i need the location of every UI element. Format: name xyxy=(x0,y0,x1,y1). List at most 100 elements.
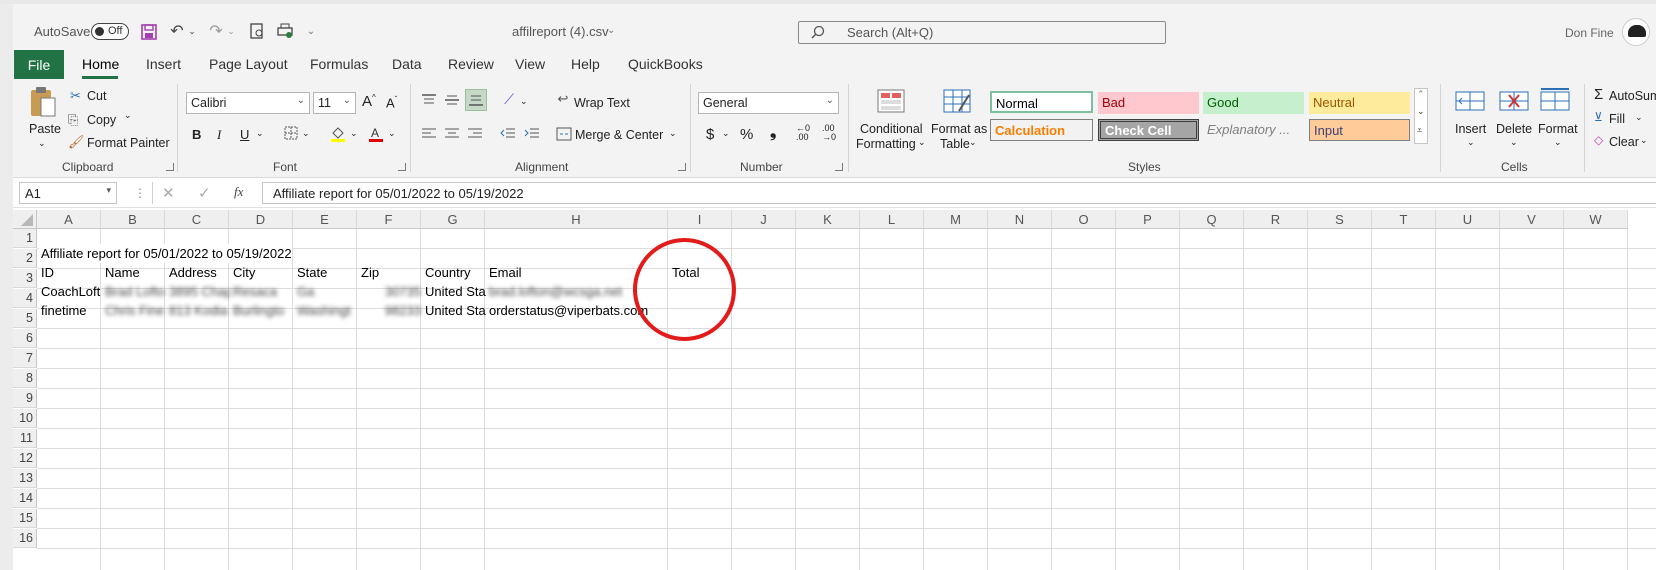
column-header-q[interactable]: Q xyxy=(1180,210,1244,229)
cell-e2[interactable]: State xyxy=(295,263,327,282)
decrease-decimal-icon[interactable]: .00 →0 xyxy=(822,124,836,142)
orientation-dropdown-icon[interactable]: ⌄ xyxy=(520,96,528,107)
styles-scroll[interactable]: ⌃ ⌄ ⩡ xyxy=(1414,88,1428,144)
row-header-2[interactable]: 2 xyxy=(13,249,37,268)
column-header-o[interactable]: O xyxy=(1052,210,1116,229)
paste-label[interactable]: Paste xyxy=(29,122,61,136)
fill-color-dropdown-icon[interactable]: ⌄ xyxy=(350,128,358,139)
cell-f3[interactable]: 30735 xyxy=(359,282,421,301)
tab-help[interactable]: Help xyxy=(571,56,600,72)
format-as-table-icon[interactable] xyxy=(942,88,972,114)
row-header-6[interactable]: 6 xyxy=(13,329,37,348)
undo-dropdown-icon[interactable]: ⌄ xyxy=(187,24,197,38)
column-header-c[interactable]: C xyxy=(165,210,229,229)
row-header-8[interactable]: 8 xyxy=(13,369,37,388)
cell-c3[interactable]: 3895 Chap xyxy=(167,282,231,301)
number-format-select[interactable]: General ⌄ xyxy=(698,92,839,114)
worksheet-grid[interactable] xyxy=(13,210,1656,570)
autosum-button[interactable]: AutoSum xyxy=(1609,89,1656,103)
cell-d2[interactable]: City xyxy=(231,263,255,282)
row-header-1[interactable]: 1 xyxy=(13,229,37,248)
format-painter-button[interactable]: Format Painter xyxy=(87,136,170,150)
tab-file[interactable]: File xyxy=(14,50,64,79)
row-header-16[interactable]: 16 xyxy=(13,529,37,548)
insert-cells-icon[interactable] xyxy=(1454,88,1486,114)
filename-chevron-icon[interactable]: ⌄ xyxy=(607,25,615,36)
column-header-l[interactable]: L xyxy=(860,210,924,229)
column-header-v[interactable]: V xyxy=(1500,210,1564,229)
copy-dropdown-icon[interactable]: ⌄ xyxy=(124,110,132,121)
cell-h4[interactable]: orderstatus@viperbats.com xyxy=(487,301,648,320)
wrap-text-icon[interactable]: ↩ xyxy=(556,91,570,106)
cell-a3[interactable]: CoachLoft xyxy=(39,282,103,301)
user-name[interactable]: Don Fine xyxy=(1565,26,1614,40)
row-header-12[interactable]: 12 xyxy=(13,449,37,468)
increase-decimal-icon[interactable]: ←0.00 xyxy=(796,124,810,142)
fill-color-icon[interactable] xyxy=(330,125,346,143)
cut-button[interactable]: Cut xyxy=(87,89,106,103)
column-header-t[interactable]: T xyxy=(1372,210,1436,229)
borders-dropdown-icon[interactable]: ⌄ xyxy=(302,128,310,139)
format-as-table-label2[interactable]: Table xyxy=(940,137,970,151)
column-header-s[interactable]: S xyxy=(1308,210,1372,229)
style-normal[interactable]: Normal xyxy=(990,91,1093,113)
column-header-g[interactable]: G xyxy=(421,210,485,229)
row-header-7[interactable]: 7 xyxy=(13,349,37,368)
conditional-formatting-icon[interactable] xyxy=(876,88,906,114)
font-color-dropdown-icon[interactable]: ⌄ xyxy=(388,128,396,139)
cell-g3[interactable]: United Sta xyxy=(423,282,487,301)
insert-function-icon[interactable]: fx xyxy=(234,184,243,200)
row-header-11[interactable]: 11 xyxy=(13,429,37,448)
row-header-9[interactable]: 9 xyxy=(13,389,37,408)
column-header-m[interactable]: M xyxy=(924,210,988,229)
name-box[interactable]: A1 ▾ xyxy=(19,182,117,204)
customize-qat-icon[interactable]: ⌄ xyxy=(305,24,317,38)
format-cells-icon[interactable] xyxy=(1539,86,1571,114)
comma-style-icon[interactable]: ❟ xyxy=(770,124,776,142)
font-name-select[interactable]: Calibri ⌄ xyxy=(186,92,310,114)
style-input[interactable]: Input xyxy=(1309,119,1410,141)
redo-icon[interactable]: ↷ xyxy=(207,22,225,40)
style-explanatory[interactable]: Explanatory ... xyxy=(1203,119,1304,141)
bold-button[interactable]: B xyxy=(192,127,201,142)
format-cells-button[interactable]: Format xyxy=(1538,122,1578,136)
enter-icon[interactable]: ✓ xyxy=(198,184,211,202)
tab-data[interactable]: Data xyxy=(392,56,422,72)
cell-f4[interactable]: 98233 xyxy=(359,301,421,320)
middle-align-icon[interactable] xyxy=(444,92,460,108)
tab-formulas[interactable]: Formulas xyxy=(310,56,368,72)
column-header-p[interactable]: P xyxy=(1116,210,1180,229)
merge-center-icon[interactable] xyxy=(556,126,572,142)
row-header-15[interactable]: 15 xyxy=(13,509,37,528)
delete-cells-icon[interactable] xyxy=(1498,88,1530,114)
percent-icon[interactable]: % xyxy=(740,126,753,143)
cancel-icon[interactable]: ✕ xyxy=(162,184,175,202)
cell-d3[interactable]: Resaca xyxy=(231,282,295,301)
cell-c2[interactable]: Address xyxy=(167,263,217,282)
row-header-4[interactable]: 4 xyxy=(13,289,37,308)
style-calculation[interactable]: Calculation xyxy=(990,119,1093,141)
column-header-u[interactable]: U xyxy=(1436,210,1500,229)
cell-d4[interactable]: Burlingto xyxy=(231,301,295,320)
tab-home[interactable]: Home xyxy=(82,56,119,72)
column-header-b[interactable]: B xyxy=(101,210,165,229)
conditional-formatting-label2[interactable]: Formatting xyxy=(856,137,916,151)
cell-a1[interactable]: Affiliate report for 05/01/2022 to 05/19… xyxy=(39,244,292,263)
format-table-dropdown-icon[interactable]: ⌄ xyxy=(969,137,977,148)
clear-dropdown-icon[interactable]: ⌄ xyxy=(1640,135,1648,146)
column-header-j[interactable]: J xyxy=(732,210,796,229)
column-header-n[interactable]: N xyxy=(988,210,1052,229)
format-as-table-label[interactable]: Format as xyxy=(931,122,987,136)
formula-input[interactable]: Affiliate report for 05/01/2022 to 05/19… xyxy=(262,182,1656,204)
alignment-launcher-icon[interactable] xyxy=(678,163,686,171)
font-launcher-icon[interactable] xyxy=(398,163,406,171)
delete-cells-button[interactable]: Delete xyxy=(1496,122,1532,136)
font-color-icon[interactable]: A xyxy=(368,125,384,143)
column-header-k[interactable]: K xyxy=(796,210,860,229)
avatar[interactable] xyxy=(1622,18,1650,46)
row-header-10[interactable]: 10 xyxy=(13,409,37,428)
row-header-13[interactable]: 13 xyxy=(13,469,37,488)
column-header-i[interactable]: I xyxy=(668,210,732,229)
cell-b3[interactable]: Brad Lofto xyxy=(103,282,167,301)
cell-b2[interactable]: Name xyxy=(103,263,140,282)
